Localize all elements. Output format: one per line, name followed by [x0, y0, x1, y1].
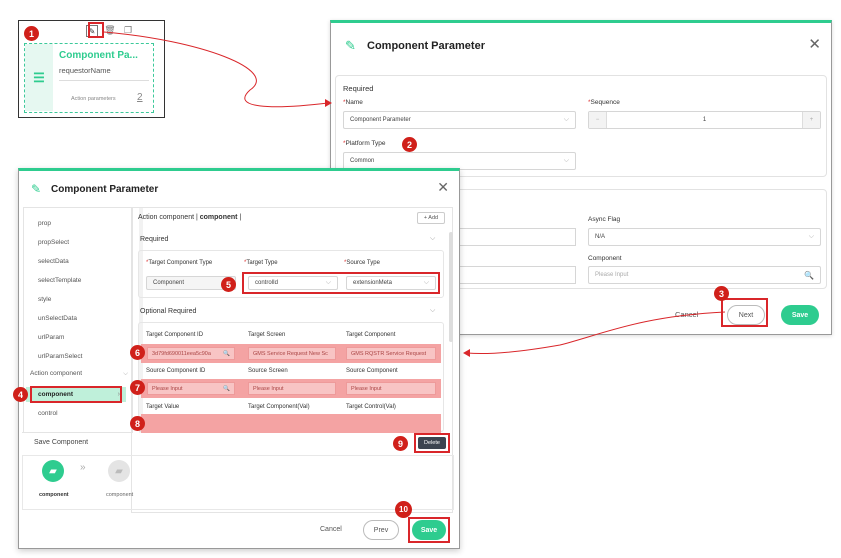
step-badge-8: 8: [130, 416, 145, 431]
step-badge-1: 1: [24, 26, 39, 41]
step-badge-4: 4: [13, 387, 28, 402]
step-badge-10: 10: [395, 501, 412, 518]
step-badge-3: 3: [714, 286, 729, 301]
highlight-save: [408, 517, 450, 543]
step-badge-2: 2: [402, 137, 417, 152]
highlight-type-selects: [242, 272, 440, 294]
step-badge-7: 7: [130, 380, 145, 395]
step-badge-6: 6: [130, 345, 145, 360]
highlight-component-item: [30, 386, 122, 403]
highlight-next: [721, 298, 768, 327]
arrow-head-1: [325, 99, 332, 107]
step-badge-5: 5: [221, 277, 236, 292]
step-badge-9: 9: [393, 436, 408, 451]
arrow-next-to-table: [466, 311, 726, 355]
arrow-edit-to-dialog: [103, 31, 329, 108]
highlight-delete: [414, 433, 450, 453]
highlight-edit-icon: [88, 22, 104, 38]
arrow-head-2: [463, 349, 470, 357]
